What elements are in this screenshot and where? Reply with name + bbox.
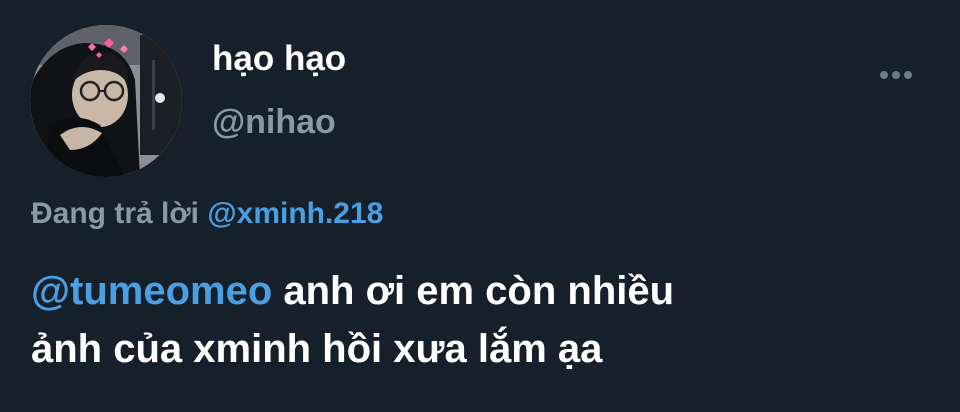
tweet-card: hạo hạo @nihao Đang trả lời @xminh.218 @… — [0, 0, 960, 412]
tweet-text: @tumeomeo anh ơi em còn nhiều ảnh của xmi… — [31, 262, 931, 378]
replying-to-label: Đang trả lời — [31, 197, 200, 230]
avatar[interactable] — [30, 25, 182, 177]
more-horizontal-icon — [880, 71, 912, 79]
replying-to: Đang trả lời @xminh.218 — [31, 194, 383, 234]
avatar-photo — [30, 25, 182, 177]
tweet-text-line2: ảnh của xminh hồi xưa lắm ạa — [31, 327, 603, 371]
user-handle[interactable]: @nihao — [212, 101, 336, 143]
tweet-text-line1: anh ơi em còn nhiều — [272, 269, 675, 313]
reply-to-mention-link[interactable]: @xminh.218 — [207, 197, 383, 230]
display-name[interactable]: hạo hạo — [212, 38, 346, 80]
more-options-button[interactable] — [872, 60, 920, 90]
body-mention-link[interactable]: @tumeomeo — [31, 269, 272, 313]
